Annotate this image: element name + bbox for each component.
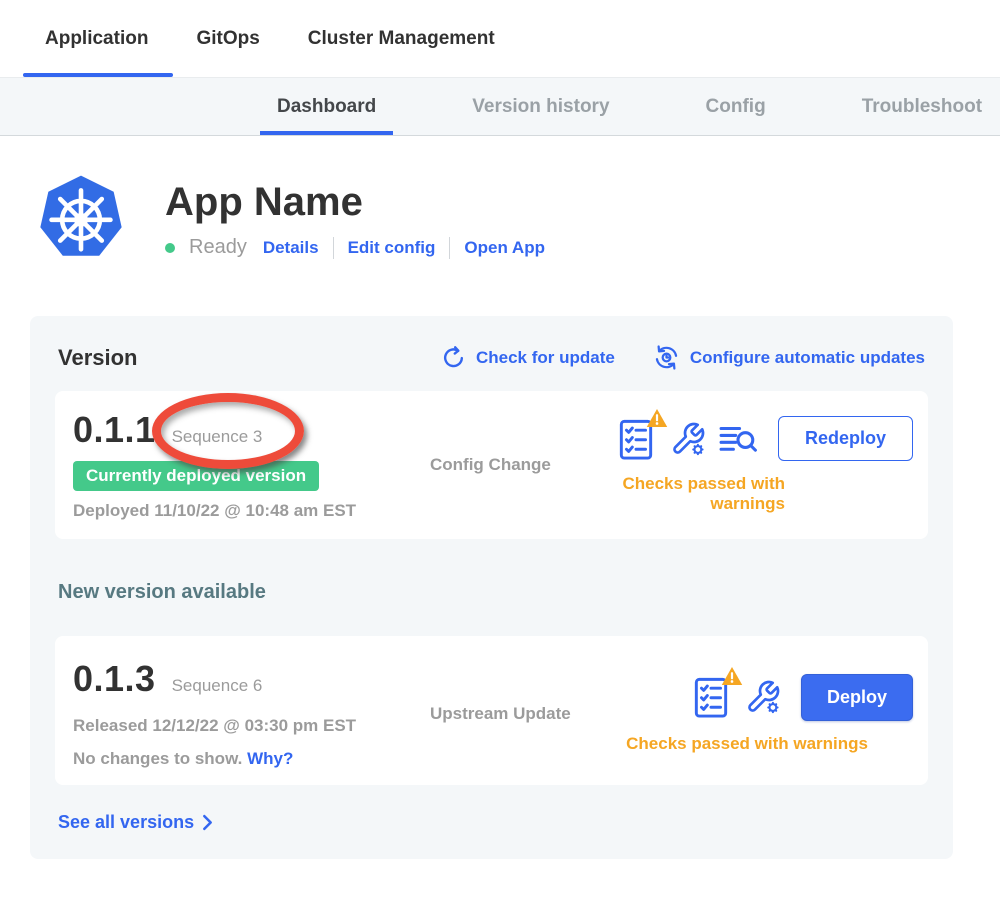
preflight-checks-status: Checks passed with warnings (603, 734, 868, 754)
check-for-update-link[interactable]: Check for update (441, 345, 615, 370)
tab-application[interactable]: Application (45, 0, 148, 77)
page-title: App Name (165, 180, 545, 224)
version-panel-actions: Check for update Configure automatic upd… (441, 344, 925, 371)
diff-logs-icon[interactable] (718, 420, 758, 457)
new-version-card: 0.1.3 Sequence 6 Released 12/12/22 @ 03:… (55, 636, 928, 785)
version-panel: Version Check for update (30, 316, 953, 859)
tab-troubleshoot[interactable]: Troubleshoot (862, 78, 982, 135)
details-link[interactable]: Details (263, 238, 319, 258)
currently-deployed-badge: Currently deployed version (73, 461, 319, 491)
current-version-number: 0.1.1 (73, 409, 156, 451)
status-ready-dot (165, 243, 175, 253)
why-link[interactable]: Why? (247, 749, 293, 768)
new-version-action-row: Deploy (603, 674, 913, 721)
config-wrench-icon[interactable] (670, 421, 706, 457)
new-version-line: 0.1.3 Sequence 6 (73, 658, 413, 700)
app-status-row: Ready Details Edit config Open App (165, 236, 545, 259)
sequence-label: Sequence 3 (172, 427, 263, 446)
no-changes-line: No changes to show. Why? (73, 749, 413, 769)
edit-config-link[interactable]: Edit config (348, 238, 436, 258)
divider (449, 237, 450, 259)
top-nav: Application GitOps Cluster Management (0, 0, 1000, 78)
new-version-available-heading: New version available (58, 581, 925, 604)
configure-automatic-updates-label: Configure automatic updates (690, 348, 925, 368)
redeploy-button[interactable]: Redeploy (778, 416, 913, 461)
check-for-update-label: Check for update (476, 348, 615, 368)
status-text: Ready (189, 236, 247, 259)
new-version-info: 0.1.3 Sequence 6 Released 12/12/22 @ 03:… (73, 658, 413, 769)
chevron-right-icon (202, 814, 213, 831)
new-version-source: Upstream Update (413, 704, 603, 724)
current-version-sequence: Sequence 3 (172, 427, 263, 447)
preflight-checklist-icon[interactable] (618, 417, 658, 461)
see-all-versions-label: See all versions (58, 812, 194, 833)
deployed-timestamp: Deployed 11/10/22 @ 10:48 am EST (73, 501, 413, 521)
tab-dashboard[interactable]: Dashboard (277, 78, 376, 135)
current-version-actions: Redeploy Checks passed with warnings (603, 409, 913, 521)
current-version-info: 0.1.1 Sequence 3 Currently deployed vers… (73, 409, 413, 521)
tab-cluster-management[interactable]: Cluster Management (308, 0, 495, 77)
released-timestamp: Released 12/12/22 @ 03:30 pm EST (73, 716, 413, 736)
new-version-number: 0.1.3 (73, 658, 156, 700)
config-wrench-icon[interactable] (745, 679, 781, 715)
tab-version-history[interactable]: Version history (472, 78, 609, 135)
configure-automatic-updates-link[interactable]: Configure automatic updates (653, 344, 925, 371)
current-version-card: 0.1.1 Sequence 3 Currently deployed vers… (55, 391, 928, 539)
divider (333, 237, 334, 259)
version-heading: Version (58, 345, 137, 371)
no-changes-text: No changes to show. (73, 749, 242, 768)
deploy-button[interactable]: Deploy (801, 674, 913, 721)
tab-config[interactable]: Config (706, 78, 766, 135)
tab-gitops[interactable]: GitOps (196, 0, 259, 77)
current-version-line: 0.1.1 Sequence 3 (73, 409, 413, 451)
new-version-sequence: Sequence 6 (172, 676, 263, 696)
app-header-text: App Name Ready Details Edit config Open … (165, 172, 545, 259)
auto-update-icon (653, 344, 680, 371)
current-version-action-row: Redeploy (603, 416, 913, 461)
preflight-checklist-icon[interactable] (693, 675, 733, 719)
warning-triangle-icon (646, 408, 668, 428)
see-all-versions-link[interactable]: See all versions (58, 812, 213, 833)
preflight-checks-status: Checks passed with warnings (603, 474, 785, 514)
app-sub-nav: Dashboard Version history Config Trouble… (0, 78, 1000, 136)
open-app-link[interactable]: Open App (464, 238, 545, 258)
kubernetes-logo (35, 172, 127, 264)
new-version-actions: Deploy Checks passed with warnings (603, 658, 913, 769)
refresh-icon (441, 345, 466, 370)
current-version-source: Config Change (413, 455, 603, 475)
warning-triangle-icon (721, 666, 743, 686)
app-header: App Name Ready Details Edit config Open … (35, 172, 1000, 264)
version-panel-header: Version Check for update (58, 344, 925, 371)
